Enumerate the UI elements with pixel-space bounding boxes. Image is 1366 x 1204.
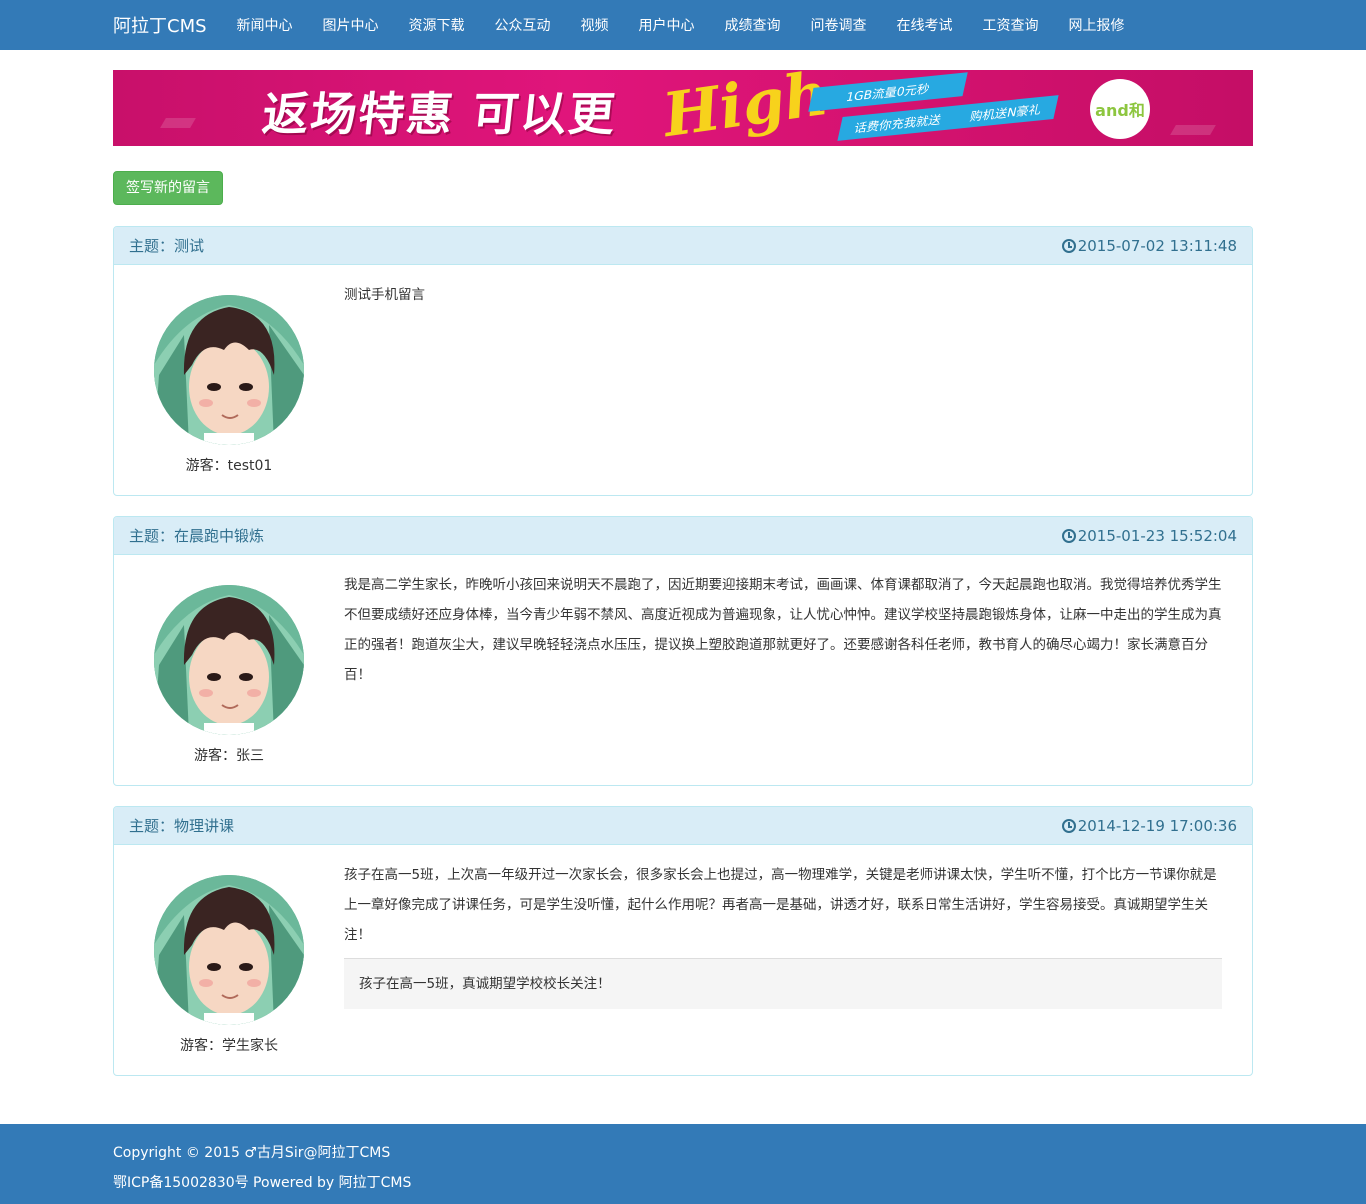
avatar <box>154 875 304 1025</box>
message-time-text: 2014-12-19 17:00:36 <box>1077 816 1237 835</box>
nav-item-downloads[interactable]: 资源下载 <box>394 15 480 35</box>
admin-reply: 孩子在高一5班，真诚期望学校校长关注！ <box>344 958 1222 1009</box>
top-navbar: 阿拉丁CMS 新闻中心 图片中心 资源下载 公众互动 视频 用户中心 成绩查询 … <box>0 0 1366 50</box>
message-content: 我是高二学生家长，昨晚听小孩回来说明天不晨跑了，因近期要迎接期末考试，画画课、体… <box>329 575 1222 765</box>
author-name: 游客：学生家长 <box>180 1038 278 1054</box>
message-content: 测试手机留言 <box>329 285 1222 475</box>
clock-icon <box>1061 528 1076 543</box>
avatar-cartoon-boy-icon <box>154 585 304 735</box>
message-body: 游客：test01 测试手机留言 <box>114 265 1252 495</box>
footer-icp: 鄂ICP备15002830号 Powered by 阿拉丁CMS <box>113 1175 412 1191</box>
message-text: 测试手机留言 <box>344 287 425 303</box>
nav-item-pictures[interactable]: 图片中心 <box>308 15 394 35</box>
avatar <box>154 295 304 445</box>
message-heading: 主题：物理讲课 2014-12-19 17:00:36 <box>114 807 1252 845</box>
author-block: 游客：test01 <box>129 285 329 475</box>
ad-banner[interactable]: 返场特惠 可以更 High 1GB流量0元秒 话费你充我就送 购机送N豪礼 an… <box>113 70 1253 146</box>
message-subject: 主题：物理讲课 <box>129 817 235 835</box>
message-body: 游客：张三 我是高二学生家长，昨晚听小孩回来说明天不晨跑了，因近期要迎接期末考试… <box>114 555 1252 785</box>
main-container: 返场特惠 可以更 High 1GB流量0元秒 话费你充我就送 购机送N豪礼 an… <box>113 70 1253 1076</box>
clock-icon <box>1061 818 1076 833</box>
nav-item-user-center[interactable]: 用户中心 <box>624 15 710 35</box>
new-message-button[interactable]: 签写新的留言 <box>113 171 223 205</box>
message-body: 游客：学生家长 孩子在高一5班，上次高一年级开过一次家长会，很多家长会上也提过，… <box>114 845 1252 1075</box>
banner-decoration <box>1170 125 1216 135</box>
nav-item-survey[interactable]: 问卷调查 <box>796 15 882 35</box>
message-panel: 主题：物理讲课 2014-12-19 17:00:36 游客：学生家长 孩子在高… <box>113 806 1253 1076</box>
author-name: 游客：张三 <box>194 748 264 764</box>
banner-decoration <box>160 118 196 128</box>
message-panel: 主题：测试 2015-07-02 13:11:48 游客：test01 测试手机… <box>113 226 1253 496</box>
nav-item-video[interactable]: 视频 <box>566 15 624 35</box>
message-time: 2014-12-19 17:00:36 <box>1061 816 1237 835</box>
message-time-text: 2015-01-23 15:52:04 <box>1077 526 1237 545</box>
nav-item-salary[interactable]: 工资查询 <box>968 15 1054 35</box>
clock-icon <box>1061 238 1076 253</box>
nav-item-repair[interactable]: 网上报修 <box>1054 15 1140 35</box>
message-text: 孩子在高一5班，上次高一年级开过一次家长会，很多家长会上也提过，高一物理难学，关… <box>344 867 1217 943</box>
message-heading: 主题：测试 2015-07-02 13:11:48 <box>114 227 1252 265</box>
message-heading: 主题：在晨跑中锻炼 2015-01-23 15:52:04 <box>114 517 1252 555</box>
footer-copyright: Copyright © 2015 ♂古月Sir@阿拉丁CMS <box>113 1145 391 1161</box>
banner-ribbon: 1GB流量0元秒 话费你充我就送 购机送N豪礼 <box>793 72 1063 141</box>
banner-ribbon-line2a: 话费你充我就送 <box>853 112 943 135</box>
brand-link[interactable]: 阿拉丁CMS <box>113 12 207 38</box>
message-subject: 主题：测试 <box>129 237 205 255</box>
nav-item-news[interactable]: 新闻中心 <box>222 15 308 35</box>
nav-item-grades[interactable]: 成绩查询 <box>710 15 796 35</box>
message-time-text: 2015-07-02 13:11:48 <box>1077 236 1237 255</box>
banner-main-text: 返场特惠 可以更 <box>259 87 620 141</box>
author-block: 游客：学生家长 <box>129 865 329 1055</box>
author-name: 游客：test01 <box>185 458 273 474</box>
message-panel: 主题：在晨跑中锻炼 2015-01-23 15:52:04 游客：张三 我是高二… <box>113 516 1253 786</box>
nav-item-exam[interactable]: 在线考试 <box>882 15 968 35</box>
avatar <box>154 585 304 735</box>
avatar-cartoon-boy-icon <box>154 295 304 445</box>
message-content: 孩子在高一5班，上次高一年级开过一次家长会，很多家长会上也提过，高一物理难学，关… <box>329 865 1222 1055</box>
nav-item-interaction[interactable]: 公众互动 <box>480 15 566 35</box>
page-footer: Copyright © 2015 ♂古月Sir@阿拉丁CMS 鄂ICP备1500… <box>0 1124 1366 1204</box>
message-subject: 主题：在晨跑中锻炼 <box>129 527 265 545</box>
message-text: 我是高二学生家长，昨晚听小孩回来说明天不晨跑了，因近期要迎接期末考试，画画课、体… <box>344 577 1222 683</box>
message-time: 2015-01-23 15:52:04 <box>1061 526 1237 545</box>
banner-logo: and和 <box>1090 79 1150 139</box>
avatar-cartoon-boy-icon <box>154 875 304 1025</box>
author-block: 游客：张三 <box>129 575 329 765</box>
message-time: 2015-07-02 13:11:48 <box>1061 236 1237 255</box>
banner-ribbon-line2b: 购机送N豪礼 <box>968 102 1043 124</box>
